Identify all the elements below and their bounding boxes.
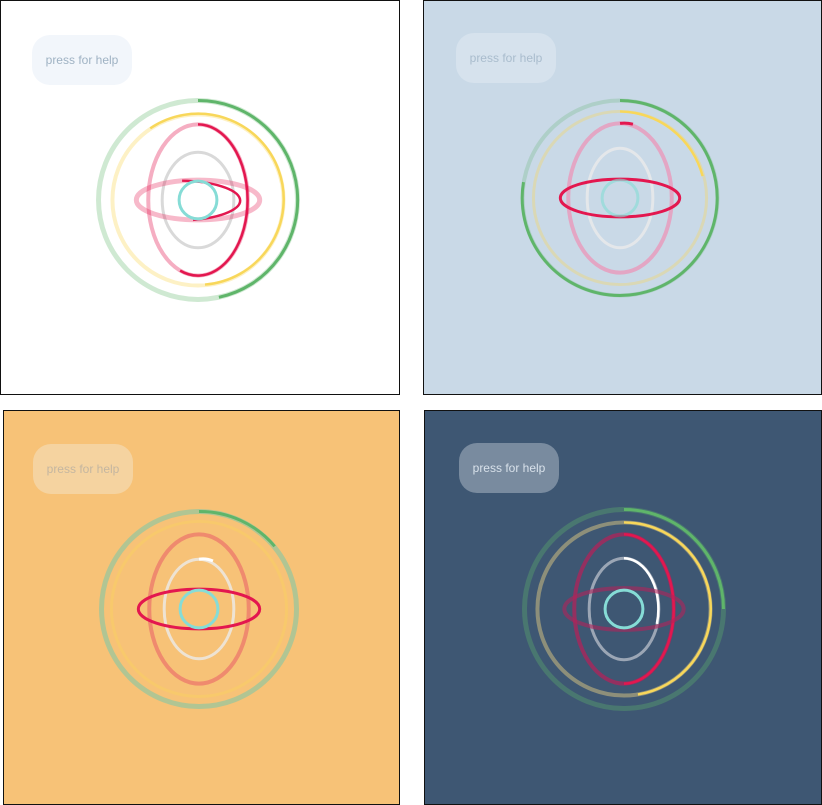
rings-graphic — [520, 98, 720, 298]
panel-blue-theme: press for help — [423, 0, 822, 395]
cyan-ring — [603, 588, 645, 630]
panel-light-theme: press for help — [0, 0, 400, 395]
rings-graphic — [522, 507, 726, 711]
yellow-arc — [623, 521, 713, 696]
horizontal-red-ellipse — [136, 587, 262, 631]
vertical-red-arc — [179, 123, 249, 277]
cyan-ring — [177, 179, 219, 221]
vertical-red-arc — [623, 533, 675, 685]
cyan-ring — [600, 178, 640, 218]
yellow-arc — [619, 110, 704, 177]
horizontal-red-ellipse — [558, 177, 682, 219]
white-ellipse — [162, 557, 236, 661]
panel-navy-theme: press for help — [424, 410, 822, 805]
white-ellipse — [160, 150, 236, 250]
panel-orange-theme: press for help — [3, 410, 400, 805]
rings-graphic — [96, 98, 300, 302]
vertical-red-ellipse — [566, 121, 674, 275]
white-ellipse — [585, 146, 655, 250]
vertical-red-arc — [619, 121, 634, 126]
rings-graphic — [99, 509, 300, 709]
cyan-ring — [178, 588, 220, 630]
horizontal-red-ellipse — [562, 586, 686, 632]
outer-green-ring — [99, 509, 300, 709]
